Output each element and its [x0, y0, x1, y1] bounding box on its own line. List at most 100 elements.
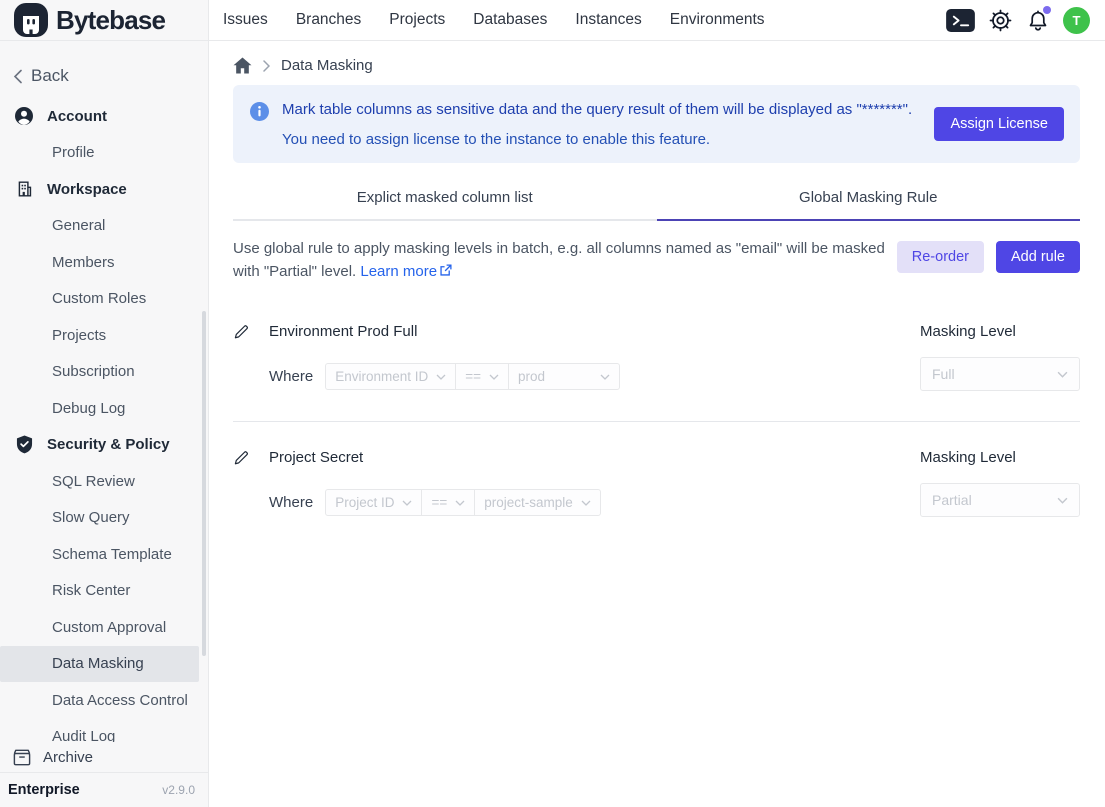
- notification-dot: [1043, 6, 1051, 14]
- rule-title: Environment Prod Full: [269, 323, 417, 340]
- condition-expression: Project ID == project-sample: [325, 489, 601, 516]
- value-dropdown[interactable]: prod: [508, 363, 620, 390]
- plan-label: Enterprise: [8, 782, 80, 798]
- sidebar-scrollbar[interactable]: [202, 311, 206, 656]
- sidebar-item-debug-log[interactable]: Debug Log: [0, 390, 208, 427]
- nav-issues[interactable]: Issues: [223, 11, 268, 29]
- global-rule-description: Use global rule to apply masking levels …: [233, 238, 895, 283]
- external-link-icon: [439, 264, 452, 277]
- sidebar-section-security-policy: Security & Policy: [0, 427, 208, 464]
- breadcrumb: Data Masking: [233, 41, 1080, 77]
- license-banner: Mark table columns as sensitive data and…: [233, 85, 1080, 163]
- sidebar-nav-list: Account Profile Workspace General Member…: [0, 98, 208, 742]
- masking-rule-row: Environment Prod Full Where Environment …: [233, 323, 1080, 421]
- top-bar: Bytebase Issues Branches Projects Databa…: [0, 0, 1105, 41]
- add-rule-button[interactable]: Add rule: [996, 241, 1080, 273]
- app-window: Bytebase Issues Branches Projects Databa…: [0, 0, 1105, 807]
- assign-license-button[interactable]: Assign License: [934, 107, 1064, 141]
- factor-dropdown[interactable]: Environment ID: [325, 363, 456, 390]
- banner-line2: You need to assign license to the instan…: [282, 131, 922, 148]
- building-icon: [14, 180, 34, 198]
- back-button[interactable]: Back: [13, 66, 208, 86]
- info-icon: [249, 101, 270, 127]
- sidebar-section-workspace: Workspace: [0, 171, 208, 208]
- section-label: Account: [47, 108, 107, 125]
- avatar[interactable]: T: [1063, 7, 1090, 34]
- value-dropdown[interactable]: project-sample: [474, 489, 601, 516]
- sidebar-footer: Enterprise v2.9.0: [0, 772, 208, 807]
- banner-line1: Mark table columns as sensitive data and…: [282, 101, 922, 118]
- sidebar-item-data-masking[interactable]: Data Masking: [0, 646, 199, 683]
- section-label: Security & Policy: [47, 436, 170, 453]
- sidebar-item-members[interactable]: Members: [0, 244, 208, 281]
- rule-condition-area: Project Secret Where Project ID ==: [233, 449, 920, 516]
- sidebar-item-schema-template[interactable]: Schema Template: [0, 536, 208, 573]
- sidebar-item-archive[interactable]: Archive: [0, 742, 208, 772]
- pencil-icon[interactable]: [233, 450, 249, 466]
- archive-label: Archive: [43, 749, 93, 766]
- masking-level-label: Masking Level: [920, 323, 1080, 340]
- masking-rule-row: Project Secret Where Project ID ==: [233, 449, 1080, 547]
- rule-actions: Re-order Add rule: [897, 238, 1080, 273]
- condition-expression: Environment ID == prod: [325, 363, 620, 390]
- sidebar-item-subscription[interactable]: Subscription: [0, 354, 208, 391]
- description-text: Use global rule to apply masking levels …: [233, 240, 885, 280]
- tab-explict-masked-column-list[interactable]: Explict masked column list: [233, 189, 657, 221]
- masking-level-area: Masking Level Full: [920, 323, 1080, 391]
- operator-dropdown[interactable]: ==: [421, 489, 475, 516]
- pencil-icon[interactable]: [233, 324, 249, 340]
- sidebar-item-slow-query[interactable]: Slow Query: [0, 500, 208, 537]
- brand-name: Bytebase: [56, 5, 165, 36]
- learn-more-label: Learn more: [360, 263, 437, 280]
- sql-editor-terminal-icon[interactable]: [946, 9, 975, 32]
- sidebar-item-risk-center[interactable]: Risk Center: [0, 573, 208, 610]
- sidebar-item-projects[interactable]: Projects: [0, 317, 208, 354]
- brand-logo[interactable]: Bytebase: [0, 0, 209, 40]
- breadcrumb-current: Data Masking: [281, 57, 373, 74]
- sidebar-item-profile[interactable]: Profile: [0, 135, 208, 172]
- bell-icon[interactable]: [1026, 8, 1050, 33]
- user-icon: [14, 106, 34, 126]
- version-label: v2.9.0: [162, 783, 195, 797]
- sidebar-item-data-access-control[interactable]: Data Access Control: [0, 682, 208, 719]
- rule-divider: [233, 421, 1080, 422]
- masking-level-select[interactable]: Partial: [920, 483, 1080, 517]
- back-label: Back: [31, 66, 69, 86]
- chevron-right-icon: [263, 60, 270, 72]
- top-nav: Issues Branches Projects Databases Insta…: [209, 0, 765, 40]
- factor-dropdown[interactable]: Project ID: [325, 489, 422, 516]
- banner-text: Mark table columns as sensitive data and…: [282, 100, 922, 148]
- description-row: Use global rule to apply masking levels …: [233, 238, 1080, 283]
- nav-databases[interactable]: Databases: [473, 11, 547, 29]
- reorder-button[interactable]: Re-order: [897, 241, 984, 273]
- shield-icon: [14, 435, 34, 454]
- main-content: Data Masking Mark table columns as sensi…: [209, 41, 1105, 807]
- tab-global-masking-rule[interactable]: Global Masking Rule: [657, 189, 1081, 221]
- sidebar-item-sql-review[interactable]: SQL Review: [0, 463, 208, 500]
- masking-rule-list: Environment Prod Full Where Environment …: [233, 323, 1080, 547]
- nav-branches[interactable]: Branches: [296, 11, 361, 29]
- learn-more-link[interactable]: Learn more: [360, 263, 452, 280]
- home-icon[interactable]: [233, 57, 252, 74]
- operator-dropdown[interactable]: ==: [455, 363, 509, 390]
- body: Back Account Profile Workspace General: [0, 41, 1105, 807]
- top-right-actions: T: [946, 0, 1105, 40]
- sidebar-item-custom-roles[interactable]: Custom Roles: [0, 281, 208, 318]
- masking-level-label: Masking Level: [920, 449, 1080, 466]
- section-label: Workspace: [47, 181, 127, 198]
- sidebar-item-general[interactable]: General: [0, 208, 208, 245]
- sidebar-item-audit-log[interactable]: Audit Log: [0, 719, 208, 743]
- archive-icon: [13, 749, 31, 766]
- bytebase-logo-icon: [13, 2, 49, 38]
- rule-title: Project Secret: [269, 449, 363, 466]
- masking-level-select[interactable]: Full: [920, 357, 1080, 391]
- where-label: Where: [269, 368, 313, 385]
- sidebar-item-custom-approval[interactable]: Custom Approval: [0, 609, 208, 646]
- nav-projects[interactable]: Projects: [389, 11, 445, 29]
- settings-sidebar: Back Account Profile Workspace General: [0, 41, 209, 807]
- sidebar-section-account: Account: [0, 98, 208, 135]
- nav-instances[interactable]: Instances: [575, 11, 641, 29]
- gear-icon[interactable]: [988, 8, 1013, 33]
- nav-environments[interactable]: Environments: [670, 11, 765, 29]
- rule-condition-area: Environment Prod Full Where Environment …: [233, 323, 920, 390]
